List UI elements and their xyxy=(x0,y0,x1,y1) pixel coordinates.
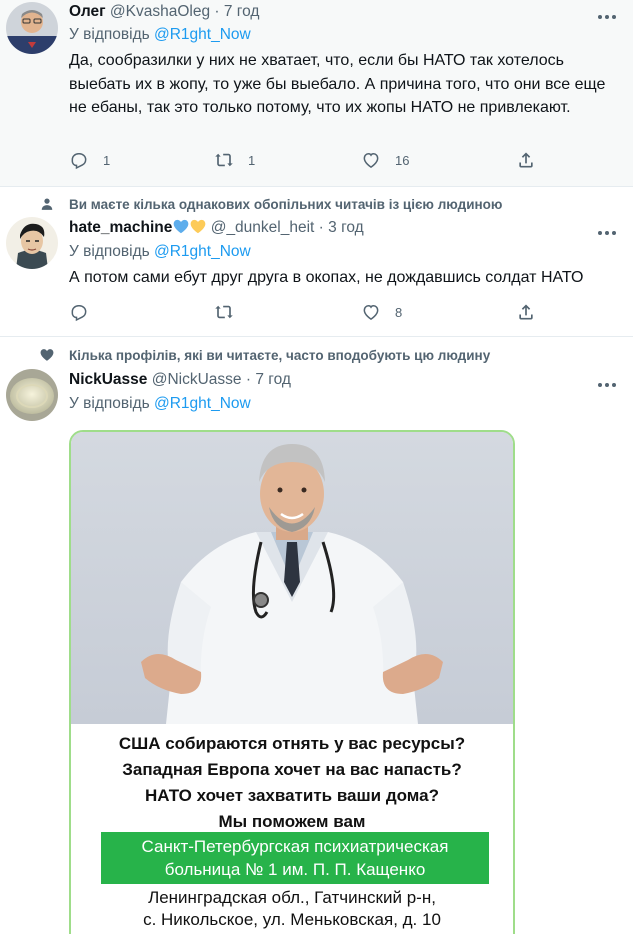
share-button[interactable] xyxy=(516,302,536,322)
share-button[interactable] xyxy=(516,150,536,170)
hospital-line-1: Санкт-Петербургская психиатрическая xyxy=(141,837,449,856)
retweet-count: 1 xyxy=(248,152,256,168)
tweet-text: Да, сообразилки у них не хватает, что, е… xyxy=(69,52,606,116)
author-name[interactable]: hate_machine xyxy=(69,219,172,236)
share-icon xyxy=(519,304,533,320)
tweet-header: NickUasse @NickUasse · 7 год xyxy=(69,371,291,389)
avatar-oleg[interactable] xyxy=(6,2,58,54)
blue-heart-icon xyxy=(174,219,189,234)
tweet-header: Олег @KvashaOleg · 7 год xyxy=(69,3,259,21)
like-count: 8 xyxy=(395,304,403,320)
share-icon xyxy=(519,152,533,168)
reply-context: У відповідь @R1ght_Now xyxy=(69,243,251,261)
avatar-nickuasse[interactable] xyxy=(6,369,58,421)
ad-line-4: Мы поможем вам xyxy=(218,812,366,831)
author-name[interactable]: Олег xyxy=(69,3,106,20)
ad-line-3: НАТО хочет захватить ваши дома? xyxy=(144,786,439,805)
tweet-media-image[interactable]: США собираются отнять у вас ресурсы? Зап… xyxy=(69,430,515,934)
person-icon xyxy=(41,198,53,210)
address-line-2: с. Никольское, ул. Меньковская, д. 10 xyxy=(143,910,441,929)
tweet-2[interactable]: Ви маєте кілька однакових обопільних чит… xyxy=(0,187,633,336)
like-button[interactable]: 8 xyxy=(361,302,402,322)
retweet-icon xyxy=(215,153,233,167)
author-name[interactable]: NickUasse xyxy=(69,371,147,388)
reply-to-link[interactable]: @R1ght_Now xyxy=(154,243,251,260)
reply-to-link[interactable]: @R1ght_Now xyxy=(154,395,251,412)
tweet-text: А потом сами ебут друг друга в окопах, н… xyxy=(69,269,584,286)
yellow-heart-icon xyxy=(191,219,206,234)
like-icon xyxy=(363,152,379,168)
tweet-1[interactable]: Олег @KvashaOleg · 7 год У відповідь @R1… xyxy=(0,0,633,186)
like-icon xyxy=(363,304,379,320)
more-icon[interactable] xyxy=(596,227,617,237)
reply-button[interactable]: 1 xyxy=(69,150,110,170)
address-line-1: Ленинградская обл., Гатчинский р-н, xyxy=(148,888,436,907)
more-icon[interactable] xyxy=(596,11,617,21)
hospital-name-banner: Санкт-Петербургская психиатрическая боль… xyxy=(101,832,489,884)
social-context[interactable]: Ви маєте кілька однакових обопільних чит… xyxy=(69,197,502,212)
author-handle[interactable]: @KvashaOleg xyxy=(110,3,210,20)
reply-icon xyxy=(71,305,87,322)
retweet-button[interactable] xyxy=(214,302,234,322)
reply-context: У відповідь @R1ght_Now xyxy=(69,395,251,413)
reply-context: У відповідь @R1ght_Now xyxy=(69,26,251,44)
like-button[interactable]: 16 xyxy=(361,150,409,170)
retweet-button[interactable]: 1 xyxy=(214,150,255,170)
timestamp[interactable]: · 7 год xyxy=(214,3,259,20)
social-context[interactable]: Кілька профілів, які ви читаєте, часто в… xyxy=(69,348,490,363)
reply-to-link[interactable]: @R1ght_Now xyxy=(154,26,251,43)
reply-prefix: У відповідь xyxy=(69,243,150,260)
hospital-line-2: больница № 1 им. П. П. Кащенко xyxy=(164,860,426,879)
timestamp[interactable]: · 3 год xyxy=(319,219,364,236)
timestamp[interactable]: · 7 год xyxy=(246,371,291,388)
reply-prefix: У відповідь xyxy=(69,26,150,43)
reply-prefix: У відповідь xyxy=(69,395,150,412)
author-handle[interactable]: @NickUasse xyxy=(152,371,242,388)
ad-line-1: США собираются отнять у вас ресурсы? xyxy=(118,734,466,753)
avatar-hate-machine[interactable] xyxy=(6,217,58,269)
like-count: 16 xyxy=(395,152,410,168)
retweet-icon xyxy=(215,305,233,319)
doctor-photo xyxy=(71,432,513,724)
reply-icon xyxy=(71,153,87,170)
reply-count: 1 xyxy=(103,152,111,168)
more-icon[interactable] xyxy=(596,379,617,389)
ad-line-2: Западная Европа хочет на вас напасть? xyxy=(122,760,462,779)
reply-button[interactable] xyxy=(69,302,89,322)
author-handle[interactable]: @_dunkel_heit xyxy=(211,219,315,236)
heart-icon xyxy=(40,349,54,361)
tweet-header: hate_machine @_dunkel_heit · 3 год xyxy=(69,219,364,237)
